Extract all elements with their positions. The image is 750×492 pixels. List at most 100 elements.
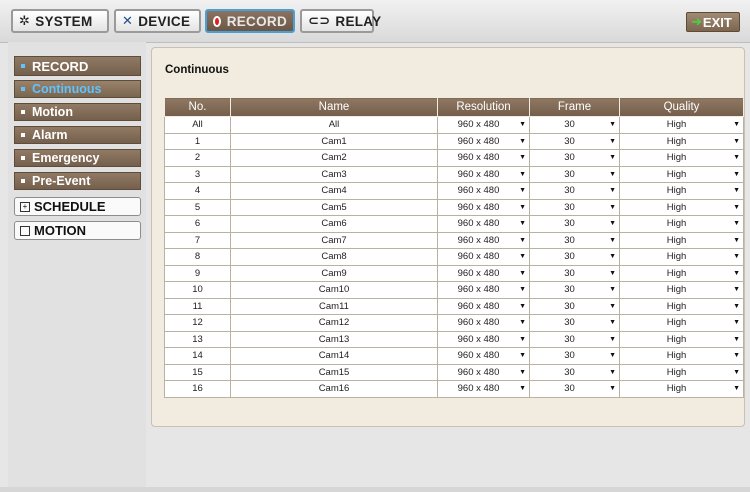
quality-dropdown[interactable]: High ▼ [619, 149, 744, 167]
quality-dropdown[interactable]: High ▼ [619, 380, 744, 398]
resolution-dropdown[interactable]: 960 x 480 ▼ [437, 281, 530, 299]
resolution-dropdown[interactable]: 960 x 480 ▼ [437, 363, 530, 381]
frame-value: 30 [564, 366, 575, 378]
dropdown-arrow-icon: ▼ [519, 253, 526, 260]
resolution-dropdown[interactable]: 960 x 480 ▼ [437, 297, 530, 315]
frame-dropdown[interactable]: 30 ▼ [529, 165, 620, 183]
table-row: 13 Cam13 960 x 480 ▼ 30 ▼ High ▼ [164, 330, 744, 348]
column-header-quality: Quality [619, 97, 744, 117]
exit-arrow-icon: ➜ [691, 14, 702, 29]
frame-dropdown[interactable]: 30 ▼ [529, 363, 620, 381]
sidebar-item-alarm[interactable]: Alarm [14, 126, 141, 144]
quality-dropdown[interactable]: High ▼ [619, 198, 744, 216]
record-tab-button[interactable]: RECORD [205, 9, 295, 33]
frame-dropdown[interactable]: 30 ▼ [529, 248, 620, 266]
dropdown-arrow-icon: ▼ [733, 137, 740, 145]
resolution-value: 960 x 480 [457, 284, 500, 296]
resolution-dropdown[interactable]: 960 x 480 ▼ [437, 116, 530, 134]
quality-dropdown[interactable]: High ▼ [619, 297, 744, 315]
quality-dropdown[interactable]: High ▼ [619, 231, 744, 249]
quality-dropdown[interactable]: High ▼ [619, 347, 744, 365]
frame-dropdown[interactable]: 30 ▼ [529, 264, 620, 282]
quality-dropdown[interactable]: High ▼ [619, 116, 744, 134]
frame-dropdown[interactable]: 30 ▼ [529, 182, 620, 200]
frame-dropdown[interactable]: 30 ▼ [529, 380, 620, 398]
resolution-value: 960 x 480 [457, 168, 500, 180]
quality-value: High [666, 267, 687, 279]
sidebar-item-emergency[interactable]: Emergency [14, 149, 141, 167]
dropdown-arrow-icon: ▼ [609, 203, 616, 211]
frame-dropdown[interactable]: 30 ▼ [529, 347, 620, 365]
frame-value: 30 [564, 383, 575, 395]
sidebar-item-pre-event[interactable]: Pre-Event [14, 172, 141, 190]
column-header-resolution: Resolution [437, 97, 530, 117]
resolution-dropdown[interactable]: 960 x 480 ▼ [437, 198, 530, 216]
quality-dropdown[interactable]: High ▼ [619, 314, 744, 332]
frame-dropdown[interactable]: 30 ▼ [529, 198, 620, 216]
table-row: 1 Cam1 960 x 480 ▼ 30 ▼ High ▼ [164, 132, 744, 150]
bullet-icon [21, 133, 25, 137]
resolution-value: 960 x 480 [457, 135, 500, 147]
quality-dropdown[interactable]: High ▼ [619, 264, 744, 282]
frame-dropdown[interactable]: 30 ▼ [529, 149, 620, 167]
resolution-dropdown[interactable]: 960 x 480 ▼ [437, 264, 530, 282]
frame-dropdown[interactable]: 30 ▼ [529, 330, 620, 348]
dropdown-arrow-icon: ▼ [733, 187, 740, 194]
dropdown-arrow-icon: ▼ [733, 319, 740, 326]
bullet-icon [21, 156, 25, 160]
resolution-dropdown[interactable]: 960 x 480 ▼ [437, 149, 530, 167]
resolution-dropdown[interactable]: 960 x 480 ▼ [437, 182, 530, 200]
dropdown-arrow-icon: ▼ [733, 236, 740, 244]
resolution-dropdown[interactable]: 960 x 480 ▼ [437, 330, 530, 348]
record-dot-icon [213, 15, 221, 27]
quality-dropdown[interactable]: High ▼ [619, 165, 744, 183]
name-cell: Cam5 [230, 198, 438, 216]
table-row: 14 Cam14 960 x 480 ▼ 30 ▼ High ▼ [164, 347, 744, 365]
frame-dropdown[interactable]: 30 ▼ [529, 231, 620, 249]
dropdown-arrow-icon: ▼ [609, 253, 616, 260]
quality-dropdown[interactable]: High ▼ [619, 281, 744, 299]
resolution-dropdown[interactable]: 960 x 480 ▼ [437, 347, 530, 365]
bullet-icon [21, 64, 25, 68]
quality-dropdown[interactable]: High ▼ [619, 215, 744, 233]
no-cell: All [164, 116, 231, 134]
expand-plus-icon: + [20, 201, 30, 212]
frame-value: 30 [564, 350, 575, 362]
dropdown-arrow-icon: ▼ [519, 335, 526, 343]
resolution-dropdown[interactable]: 960 x 480 ▼ [437, 248, 530, 266]
resolution-dropdown[interactable]: 960 x 480 ▼ [437, 215, 530, 233]
frame-dropdown[interactable]: 30 ▼ [529, 281, 620, 299]
resolution-dropdown[interactable]: 960 x 480 ▼ [437, 314, 530, 332]
exit-button[interactable]: ➜ EXIT [686, 12, 740, 32]
relay-tab-button[interactable]: ⊂⊃ RELAY [300, 9, 381, 33]
resolution-dropdown[interactable]: 960 x 480 ▼ [437, 165, 530, 183]
frame-dropdown[interactable]: 30 ▼ [529, 132, 620, 150]
sidebar-section-schedule[interactable]: + SCHEDULE [14, 197, 141, 216]
frame-dropdown[interactable]: 30 ▼ [529, 116, 620, 134]
resolution-dropdown[interactable]: 960 x 480 ▼ [437, 380, 530, 398]
dropdown-arrow-icon: ▼ [519, 352, 526, 359]
resolution-dropdown[interactable]: 960 x 480 ▼ [437, 132, 530, 150]
resolution-dropdown[interactable]: 960 x 480 ▼ [437, 231, 530, 249]
quality-dropdown[interactable]: High ▼ [619, 248, 744, 266]
sidebar-item-record[interactable]: RECORD [14, 56, 141, 76]
relay-tab-label: RELAY [335, 13, 382, 29]
sidebar-section-motion[interactable]: MOTION [14, 221, 141, 240]
name-cell: Cam10 [230, 281, 438, 299]
sidebar-item-continuous[interactable]: Continuous [14, 80, 141, 98]
sidebar-item-motion[interactable]: Motion [14, 103, 141, 121]
table-row: 9 Cam9 960 x 480 ▼ 30 ▼ High ▼ [164, 264, 744, 282]
frame-dropdown[interactable]: 30 ▼ [529, 215, 620, 233]
system-tab-button[interactable]: ✲ SYSTEM [11, 9, 109, 33]
device-tab-button[interactable]: ✕ DEVICE [114, 9, 201, 33]
frame-dropdown[interactable]: 30 ▼ [529, 297, 620, 315]
table-row: 6 Cam6 960 x 480 ▼ 30 ▼ High ▼ [164, 215, 744, 233]
quality-dropdown[interactable]: High ▼ [619, 363, 744, 381]
quality-dropdown[interactable]: High ▼ [619, 330, 744, 348]
dropdown-arrow-icon: ▼ [519, 170, 526, 178]
name-cell: Cam7 [230, 231, 438, 249]
quality-dropdown[interactable]: High ▼ [619, 132, 744, 150]
frame-dropdown[interactable]: 30 ▼ [529, 314, 620, 332]
quality-dropdown[interactable]: High ▼ [619, 182, 744, 200]
sidebar-section-label: MOTION [34, 223, 86, 238]
